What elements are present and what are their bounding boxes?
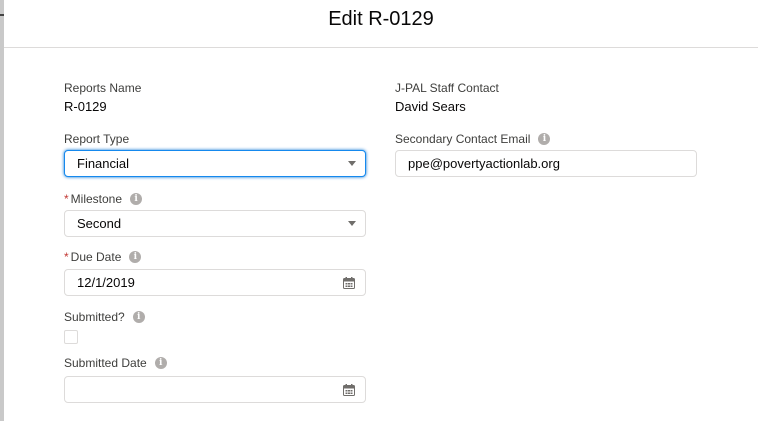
submitted-label: Submitted? i xyxy=(64,310,145,324)
milestone-value: Second xyxy=(77,216,122,231)
reports-name-label: Reports Name xyxy=(64,81,142,95)
submitted-date-label: Submitted Date i xyxy=(64,356,167,370)
secondary-email-value: ppe@povertyactionlab.org xyxy=(408,156,560,171)
secondary-email-label: Secondary Contact Email i xyxy=(395,132,551,146)
info-icon[interactable]: i xyxy=(154,357,167,369)
edit-modal: Edit R-0129 Reports Name R-0129 Report T… xyxy=(4,0,758,421)
chevron-down-icon xyxy=(348,221,356,226)
required-marker: * xyxy=(64,192,69,206)
info-icon[interactable]: i xyxy=(130,193,143,205)
due-date-input[interactable]: 12/1/2019 xyxy=(64,269,366,296)
due-date-label: * Due Date i xyxy=(64,250,142,264)
report-type-value: Financial xyxy=(77,156,130,171)
staff-contact-value: David Sears xyxy=(395,99,466,114)
chevron-down-icon xyxy=(348,161,356,166)
required-marker: * xyxy=(64,250,69,264)
submitted-date-label-text: Submitted Date xyxy=(64,356,147,370)
submitted-label-text: Submitted? xyxy=(64,310,125,324)
calendar-icon[interactable] xyxy=(343,277,355,289)
modal-title: Edit R-0129 xyxy=(328,8,434,30)
staff-contact-label: J-PAL Staff Contact xyxy=(395,81,499,95)
milestone-select[interactable]: Second xyxy=(64,210,366,237)
modal-header: Edit R-0129 xyxy=(4,0,758,48)
calendar-icon[interactable] xyxy=(343,384,355,396)
milestone-label: * Milestone i xyxy=(64,192,143,206)
due-date-value: 12/1/2019 xyxy=(77,275,135,290)
info-icon[interactable]: i xyxy=(129,251,142,263)
info-icon[interactable]: i xyxy=(132,311,145,323)
milestone-label-text: Milestone xyxy=(70,192,123,206)
submitted-date-input[interactable] xyxy=(64,376,366,403)
due-date-label-text: Due Date xyxy=(70,250,122,264)
report-type-label: Report Type xyxy=(64,132,130,146)
reports-name-value: R-0129 xyxy=(64,99,107,114)
info-icon[interactable]: i xyxy=(538,133,551,145)
submitted-checkbox[interactable] xyxy=(64,330,78,344)
secondary-email-input[interactable]: ppe@povertyactionlab.org xyxy=(395,150,697,177)
report-type-select[interactable]: Financial xyxy=(64,150,366,177)
secondary-email-label-text: Secondary Contact Email xyxy=(395,132,531,146)
